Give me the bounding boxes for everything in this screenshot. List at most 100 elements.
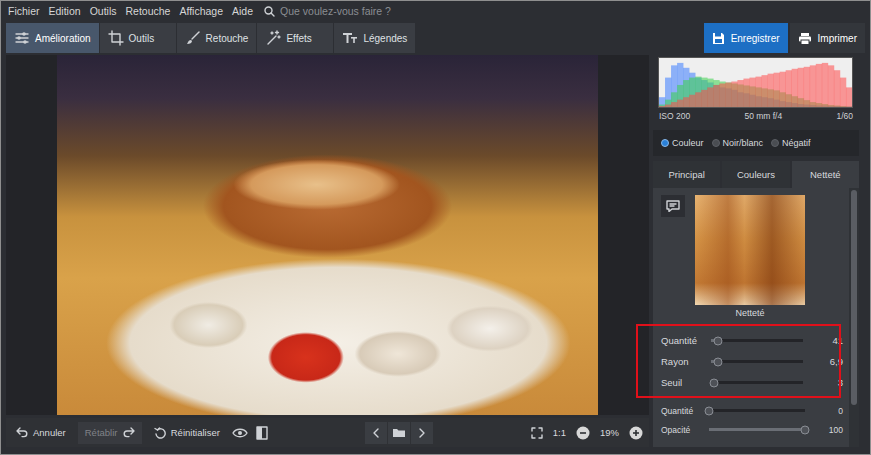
slider-row: Seuil3 xyxy=(661,372,843,393)
slider-track[interactable] xyxy=(711,339,803,342)
slider-label: Rayon xyxy=(661,356,701,367)
workspace: AnnulerRétablirRéinitialiser1:119%ISO 20… xyxy=(1,55,870,454)
adjust-panel: ISO 20050 mm f/41/60CouleurNoir/blancNég… xyxy=(653,55,859,447)
panel-tab[interactable]: Netteté xyxy=(792,161,859,188)
histogram-bar xyxy=(725,83,731,108)
previous-button[interactable] xyxy=(365,422,387,444)
fit-screen-icon[interactable] xyxy=(531,427,543,439)
search-field[interactable] xyxy=(280,5,450,17)
print-button[interactable]: Imprimer xyxy=(790,23,865,53)
histogram-bar xyxy=(713,85,719,107)
histogram-bar xyxy=(768,74,774,107)
slider-row: Opacité100 xyxy=(661,420,843,439)
slider-handle[interactable] xyxy=(714,357,723,366)
menu-item[interactable]: Fichier xyxy=(8,5,40,17)
histogram-bar xyxy=(713,80,719,107)
histogram-bar xyxy=(756,77,762,107)
tool-tab[interactable]: Retouche xyxy=(177,23,257,53)
histogram-bar xyxy=(683,80,689,107)
histogram-bar xyxy=(659,105,665,107)
radio-option[interactable]: Négatif xyxy=(771,138,811,148)
sharpen-sliders: Quantité41Rayon6,9Seuil3 xyxy=(661,330,843,393)
menu-item[interactable]: Retouche xyxy=(125,5,170,17)
histogram-bar xyxy=(671,92,677,107)
menu-item[interactable]: Edition xyxy=(49,5,81,17)
redo-button[interactable]: Rétablir xyxy=(78,422,142,444)
histogram-bar xyxy=(665,105,671,107)
compare-icon[interactable] xyxy=(256,426,268,440)
histogram-bar xyxy=(659,97,665,107)
histogram-bar xyxy=(665,78,671,107)
histogram-bar xyxy=(683,97,689,107)
slider-label: Opacité xyxy=(661,425,699,435)
tool-tab[interactable]: Légendes xyxy=(334,23,415,53)
next-button[interactable] xyxy=(411,422,433,444)
tool-tab[interactable]: Effets xyxy=(257,23,333,53)
canvas xyxy=(6,55,649,415)
sliders-icon xyxy=(14,30,30,46)
radio-option[interactable]: Couleur xyxy=(661,138,704,148)
histogram-bar xyxy=(665,100,671,107)
radio-label: Négatif xyxy=(782,138,811,148)
menu-item[interactable]: Outils xyxy=(90,5,117,17)
save-icon xyxy=(712,32,725,45)
color-modes: Couleur Noir/blanc Négatif xyxy=(653,130,859,156)
histogram-bar xyxy=(810,65,816,107)
comment-button[interactable] xyxy=(661,195,685,217)
save-button[interactable]: Enregistrer xyxy=(704,23,788,53)
menu-bar: Fichier Edition Outils Retouche Affichage Aid… xyxy=(1,1,870,21)
tab-label: Légendes xyxy=(363,33,407,44)
sharpness-preview xyxy=(695,195,805,305)
tool-tab[interactable]: Outils xyxy=(100,23,176,53)
button-label: Rétablir xyxy=(85,427,118,438)
slider-track[interactable] xyxy=(711,381,803,384)
slider-track[interactable] xyxy=(711,360,803,363)
slider-row: Quantité41 xyxy=(661,330,843,351)
radio-option[interactable]: Noir/blanc xyxy=(712,138,764,148)
histogram-bar xyxy=(701,78,707,107)
scroll-thumb[interactable] xyxy=(851,190,857,405)
histogram-bar xyxy=(713,85,719,107)
open-button[interactable] xyxy=(388,422,410,444)
histogram-bar xyxy=(840,78,846,107)
histogram-bar xyxy=(695,77,701,107)
reset-button[interactable]: Réinitialiser xyxy=(150,422,224,444)
histogram-bar xyxy=(695,78,701,107)
eye-icon[interactable] xyxy=(232,428,248,438)
actual-size-button[interactable]: 1:1 xyxy=(553,427,566,438)
histogram-bar xyxy=(677,63,683,107)
histogram-bar xyxy=(816,64,822,107)
slider-track[interactable] xyxy=(709,409,805,412)
histogram-bar xyxy=(671,65,677,107)
menu-item[interactable]: Aide xyxy=(232,5,253,17)
panel-tab[interactable]: Couleurs xyxy=(722,161,789,188)
slider-handle[interactable] xyxy=(705,406,714,415)
scrollbar[interactable] xyxy=(849,188,859,447)
zoom-in-icon[interactable] xyxy=(629,426,643,440)
slider-track[interactable] xyxy=(709,428,805,431)
tab-label: Netteté xyxy=(810,169,841,180)
slider-handle[interactable] xyxy=(801,425,810,434)
tab-label: Principal xyxy=(668,169,704,180)
undo-button[interactable]: Annuler xyxy=(12,422,70,444)
histogram-bar xyxy=(828,65,834,107)
histogram-bar xyxy=(677,100,683,107)
histogram-bar xyxy=(798,68,804,107)
radio-button[interactable] xyxy=(661,139,669,147)
histogram-bar xyxy=(677,85,683,107)
slider-row: Quantité0 xyxy=(661,401,843,420)
slider-handle[interactable] xyxy=(714,336,723,345)
histogram-series xyxy=(659,63,852,107)
radio-button[interactable] xyxy=(712,139,720,147)
highlight-box xyxy=(636,324,841,398)
slider-label: Quantité xyxy=(661,406,699,416)
slider-handle[interactable] xyxy=(709,378,718,387)
tool-tab[interactable]: Amélioration xyxy=(6,23,99,53)
menu-item[interactable]: Affichage xyxy=(179,5,223,17)
panel-tab[interactable]: Principal xyxy=(653,161,720,188)
text-icon xyxy=(342,30,358,46)
zoom-out-icon[interactable] xyxy=(576,426,590,440)
histogram-bar xyxy=(731,82,737,107)
tab-label: Couleurs xyxy=(737,169,775,180)
radio-button[interactable] xyxy=(771,139,779,147)
